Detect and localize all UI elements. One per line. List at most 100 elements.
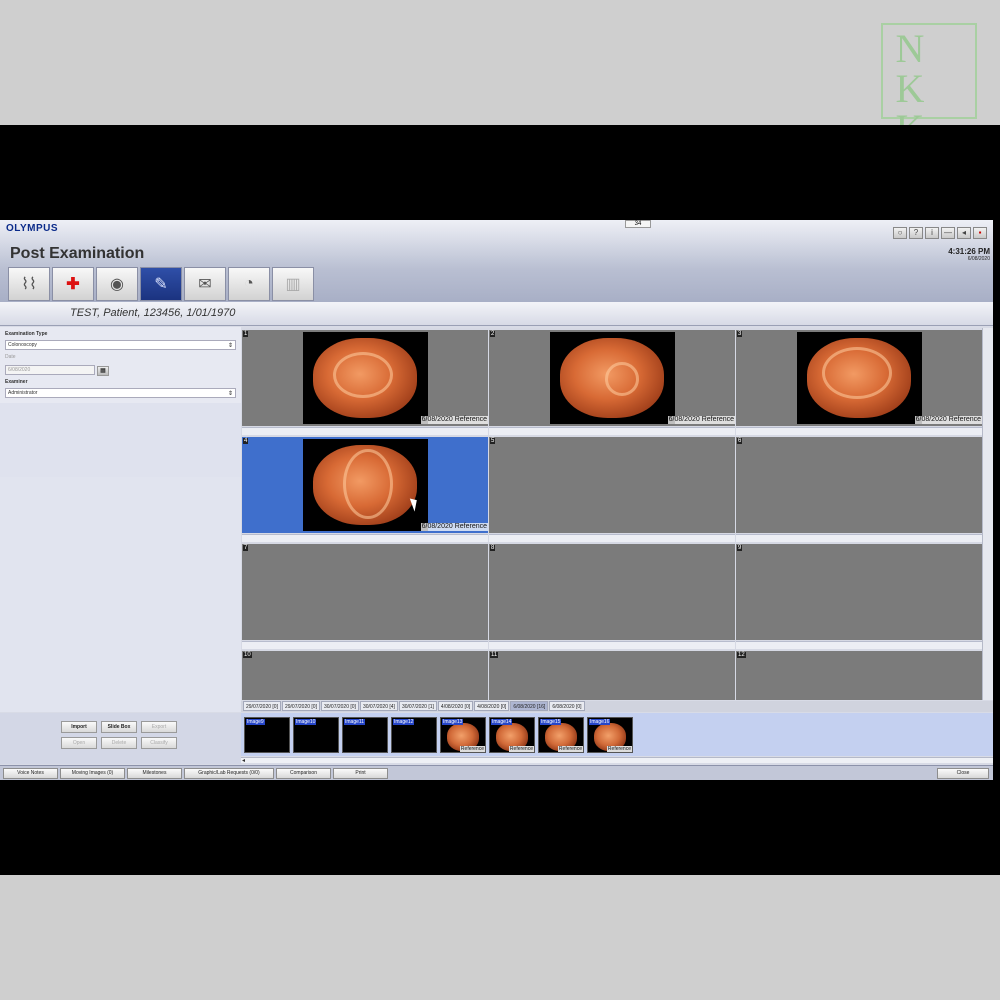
thumbnail-label: Image9 bbox=[246, 719, 265, 725]
examiner-label: Examiner bbox=[5, 379, 28, 385]
page-title: Post Examination bbox=[10, 245, 145, 262]
slot-comment-bar[interactable] bbox=[242, 534, 488, 542]
chart-icon[interactable]: ▥ bbox=[272, 267, 314, 301]
voice-notes-button[interactable]: Voice Notes bbox=[3, 768, 58, 779]
endoscopy-image bbox=[303, 439, 428, 531]
exit-button[interactable]: ▪ bbox=[973, 227, 987, 239]
graphic-lab-requests-button[interactable]: Graphic/Lab Requests (0/0) bbox=[184, 768, 274, 779]
grid-scrollbar[interactable] bbox=[982, 328, 993, 700]
date-tab[interactable]: 30/07/2020 [4] bbox=[359, 701, 398, 711]
slot-comment-bar[interactable] bbox=[489, 534, 735, 542]
slot-comment-bar[interactable] bbox=[736, 641, 982, 649]
image-slot-bg: 10 bbox=[242, 651, 488, 700]
medical-kit-icon[interactable]: ✚ bbox=[52, 267, 94, 301]
slot-number: 7 bbox=[243, 545, 249, 551]
thumbnail-scrollbar[interactable]: ◂ bbox=[241, 757, 993, 764]
screen-select[interactable]: 34 bbox=[625, 220, 651, 228]
slide-box-button[interactable]: Slide Box bbox=[101, 721, 137, 733]
header: OLYMPUS Post Examination 34 ○ ? i — ◂ ▪ … bbox=[0, 220, 993, 302]
date-tab[interactable]: 29/07/2020 [0] bbox=[243, 701, 281, 711]
clock-date: 6/08/2020 bbox=[967, 256, 990, 262]
thumbnail-ref: Reference bbox=[606, 746, 632, 752]
clock: 4:31:26 PM 6/08/2020 bbox=[948, 247, 990, 262]
back-button[interactable]: ◂ bbox=[957, 227, 971, 239]
date-tabs: 29/07/2020 [0] 29/07/2020 [0] 30/07/2020… bbox=[241, 701, 993, 712]
date-tab[interactable]: 29/07/2020 [0] bbox=[281, 701, 320, 711]
report-icon[interactable]: ✎ bbox=[140, 267, 182, 301]
thumbnail-ref: Reference bbox=[508, 746, 534, 752]
calendar-icon[interactable]: ▦ bbox=[97, 366, 109, 376]
slot-comment-bar[interactable] bbox=[736, 427, 982, 435]
image-slot[interactable]: 10 bbox=[242, 651, 488, 700]
slot-number: 10 bbox=[243, 652, 252, 658]
slot-comment-bar[interactable] bbox=[736, 534, 982, 542]
thumbnail[interactable]: Image14 Reference bbox=[489, 717, 535, 753]
thumbnail[interactable]: Image13 Reference bbox=[440, 717, 486, 753]
slot-comment-bar[interactable] bbox=[489, 427, 735, 435]
slot-comment-bar[interactable] bbox=[242, 641, 488, 649]
import-button[interactable]: Import bbox=[61, 721, 97, 733]
thumbnail[interactable]: Image12 bbox=[391, 717, 437, 753]
updown-icon: ⇕ bbox=[227, 343, 233, 349]
image-slot-bg: 11 bbox=[489, 651, 735, 700]
close-button[interactable]: Close bbox=[937, 768, 989, 779]
image-slot-bg: 8 bbox=[489, 544, 735, 640]
export-button[interactable]: Export bbox=[141, 721, 177, 733]
watermark-letter: N bbox=[895, 26, 925, 71]
toolbar: ⌇⌇ ✚ ◉ ✎ ✉ ◔ ▥ bbox=[8, 267, 314, 301]
scope-icon[interactable]: ⌇⌇ bbox=[8, 267, 50, 301]
brand-logo: OLYMPUS bbox=[6, 223, 59, 234]
thumbnail[interactable]: Image11 bbox=[342, 717, 388, 753]
minimize-button[interactable]: — bbox=[941, 227, 955, 239]
letterbox-top bbox=[0, 125, 1000, 220]
image-slot[interactable]: 11 bbox=[489, 651, 735, 700]
image-caption: 6/08/2020 Reference bbox=[420, 523, 488, 531]
envelope-icon[interactable]: ✉ bbox=[184, 267, 226, 301]
thumbnail[interactable]: Image10 bbox=[293, 717, 339, 753]
thumbnail[interactable]: Image16 Reference bbox=[587, 717, 633, 753]
date-tab[interactable]: 6/08/2020 [0] bbox=[549, 701, 585, 711]
camera-icon[interactable]: ◉ bbox=[96, 267, 138, 301]
milestones-button[interactable]: Milestones bbox=[127, 768, 182, 779]
date-tab[interactable]: 4/08/2020 [0] bbox=[437, 701, 474, 711]
help-button[interactable]: ? bbox=[909, 227, 923, 239]
gauge-icon[interactable]: ◔ bbox=[228, 267, 270, 301]
image-slot-bg: 6/08/2020 Reference 1 bbox=[242, 330, 488, 426]
thumbnail-label: Image10 bbox=[295, 719, 317, 725]
date-field[interactable]: 6/08/2020 bbox=[5, 365, 95, 375]
date-tab[interactable]: 4/08/2020 [0] bbox=[474, 701, 510, 711]
settings-button[interactable]: ○ bbox=[893, 227, 907, 239]
thumbnail[interactable]: Image9 bbox=[244, 717, 290, 753]
classify-button[interactable]: Classify bbox=[141, 737, 177, 749]
open-button[interactable]: Open bbox=[61, 737, 97, 749]
mucosal-fold bbox=[822, 347, 892, 399]
slot-comment-bar[interactable] bbox=[489, 641, 735, 649]
slot-number: 3 bbox=[737, 331, 743, 337]
date-tab-active[interactable]: 6/08/2020 [16] bbox=[510, 701, 549, 711]
examiner-select[interactable]: Administrator ⇕ bbox=[5, 388, 236, 398]
form-empty-area bbox=[0, 477, 241, 712]
date-tab[interactable]: 30/07/2020 [1] bbox=[398, 701, 437, 711]
exam-type-select[interactable]: Colonoscopy ⇕ bbox=[5, 340, 236, 350]
scroll-left-icon[interactable]: ◂ bbox=[242, 757, 245, 764]
thumbnail-strip: Image9 Image10 Image11 Image12 Image13 R… bbox=[241, 713, 993, 756]
footer-bar: Voice Notes Moving Images (0) Milestones… bbox=[0, 765, 993, 780]
thumbnail[interactable]: Image15 Reference bbox=[538, 717, 584, 753]
exam-form-section: Examination Type Colonoscopy ⇕ Date 6/08… bbox=[0, 327, 241, 403]
info-button[interactable]: i bbox=[925, 227, 939, 239]
slot-number: 1 bbox=[243, 331, 249, 337]
delete-button[interactable]: Delete bbox=[101, 737, 137, 749]
polyp-shape bbox=[605, 362, 639, 396]
moving-images-button[interactable]: Moving Images (0) bbox=[60, 768, 125, 779]
comparison-button[interactable]: Comparison bbox=[276, 768, 331, 779]
image-slot[interactable]: 12 bbox=[736, 651, 982, 700]
image-slot-bg: 6 bbox=[736, 437, 982, 533]
image-slot-bg: 5 bbox=[489, 437, 735, 533]
patient-info: TEST, Patient, 123456, 1/01/1970 bbox=[70, 307, 236, 319]
slot-comment-bar[interactable] bbox=[242, 427, 488, 435]
exam-type-label: Examination Type bbox=[5, 331, 48, 337]
thumbnail-label: Image13 bbox=[442, 719, 464, 725]
date-tab[interactable]: 30/07/2020 [0] bbox=[320, 701, 359, 711]
date-label: Date bbox=[5, 354, 16, 360]
print-button[interactable]: Print bbox=[333, 768, 388, 779]
